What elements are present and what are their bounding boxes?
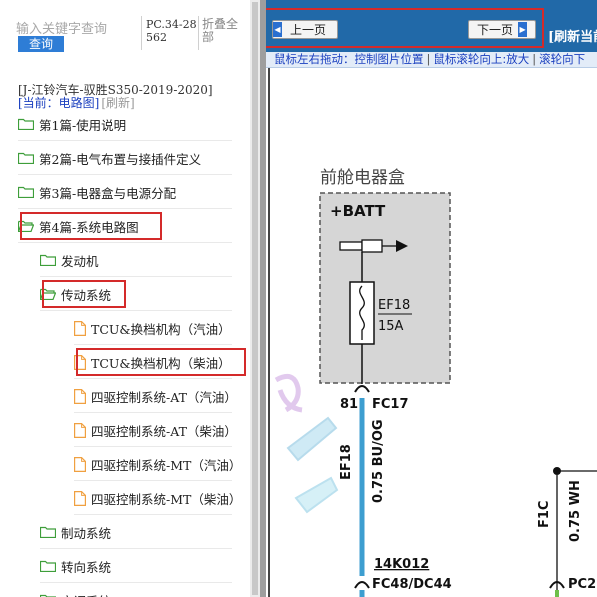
divider — [141, 16, 142, 50]
sidebar: 查询 PC.34-28562 折叠全部 [J-江铃汽车-驭胜S350-2019-… — [0, 0, 250, 597]
divider — [18, 140, 232, 141]
tree-item[interactable]: 四驱控制系统-MT（汽油） — [74, 451, 241, 477]
hint-wheel-up: 鼠标滚轮向上:放大 — [433, 52, 530, 66]
tree-item[interactable]: TCU&换档机构（柴油） — [74, 349, 231, 375]
file-icon — [74, 490, 86, 506]
tree-item-label: 四驱控制系统-MT（汽油） — [91, 457, 242, 473]
tree-item[interactable]: TCU&换档机构（汽油） — [74, 315, 231, 341]
hint-wheel-down: 滚轮向下 — [539, 52, 586, 66]
diagram-canvas[interactable]: 前舱电器盒 +BATT EF18 15A 81 FC17 EF18 0.75 B… — [266, 68, 597, 597]
divider — [18, 174, 232, 175]
diagram-viewer: ◀ 上一页 下一页 ▶ [刷新当前 鼠标左右拖动：控制图片位置|鼠标滚轮向上:放… — [266, 0, 597, 597]
current-label: [当前：电路图] — [18, 96, 100, 110]
tree-item[interactable]: 四驱控制系统-AT（柴油） — [74, 417, 237, 443]
tree-item[interactable]: 第2篇-电气布置与接插件定义 — [18, 145, 201, 171]
diagram-border — [268, 68, 597, 597]
highlight-box — [266, 8, 544, 48]
sidebar-scrollbar[interactable] — [250, 0, 260, 597]
tree-item-label: 空调系统 — [61, 591, 111, 597]
search-area: 查询 PC.34-28562 折叠全部 — [0, 0, 250, 60]
tree-item[interactable]: 四驱控制系统-MT（柴油） — [74, 485, 241, 511]
tree-item[interactable]: 第4篇-系统电路图 — [18, 213, 139, 239]
divider — [40, 276, 232, 277]
divider — [74, 480, 232, 481]
tree-item[interactable]: 四驱控制系统-AT（汽油） — [74, 383, 237, 409]
tree-item[interactable]: 传动系统 — [40, 281, 111, 307]
tree-item-label: 第1篇-使用说明 — [39, 117, 127, 133]
tree-item-label: 转向系统 — [61, 559, 112, 575]
hint-bar: 鼠标左右拖动：控制图片位置 | 鼠标滚轮向上:放大 | 滚轮向下 — [266, 52, 597, 68]
divider — [74, 344, 232, 345]
tree-item-label: 四驱控制系统-AT（柴油） — [91, 423, 237, 439]
file-icon — [74, 388, 86, 404]
divider — [74, 514, 232, 515]
refresh-link[interactable]: [刷新] — [101, 96, 134, 110]
tree-item[interactable]: 空调系统 — [40, 587, 111, 597]
divider — [18, 208, 232, 209]
tree-item-label: TCU&换档机构（汽油） — [91, 321, 231, 337]
refresh-current-button[interactable]: [刷新当前 — [548, 26, 597, 45]
folder-icon — [40, 254, 56, 266]
divider — [74, 412, 232, 413]
tree-item-label: 发动机 — [61, 253, 99, 269]
folder-icon — [18, 186, 34, 198]
scrollbar-thumb[interactable] — [252, 2, 258, 595]
tree-item-label: 第4篇-系统电路图 — [39, 219, 139, 235]
folder-icon — [40, 526, 56, 538]
file-icon — [74, 456, 86, 472]
divider — [40, 582, 232, 583]
folder-open-icon — [40, 288, 56, 300]
divider — [198, 16, 199, 50]
tree-item[interactable]: 第1篇-使用说明 — [18, 111, 126, 137]
tree-item-label: 传动系统 — [61, 287, 112, 303]
tree-item-label: 制动系统 — [61, 525, 112, 541]
divider — [40, 310, 232, 311]
tree-item[interactable]: 发动机 — [40, 247, 99, 273]
tree-item[interactable]: 第3篇-电器盒与电源分配 — [18, 179, 176, 205]
folder-icon — [18, 118, 34, 130]
divider — [74, 378, 232, 379]
tree-item-label: 四驱控制系统-AT（汽油） — [91, 389, 237, 405]
divider — [40, 548, 232, 549]
divider — [74, 446, 232, 447]
divider — [18, 242, 232, 243]
folder-icon — [40, 560, 56, 572]
folder-icon — [18, 152, 34, 164]
tree-item-label: TCU&换档机构（柴油） — [91, 355, 231, 371]
file-icon — [74, 422, 86, 438]
file-icon — [74, 320, 86, 336]
pc-code: PC.34-28562 — [146, 18, 197, 44]
collapse-all-button[interactable]: 折叠全部 — [202, 18, 246, 44]
tree-item[interactable]: 制动系统 — [40, 519, 111, 545]
file-icon — [74, 354, 86, 370]
hint-drag: 鼠标左右拖动：控制图片位置 — [274, 52, 424, 66]
folder-open-icon — [18, 220, 34, 232]
current-location: [当前：电路图] [刷新] — [18, 94, 135, 111]
tree-item-label: 第3篇-电器盒与电源分配 — [39, 185, 177, 201]
tree-item-label: 四驱控制系统-MT（柴油） — [91, 491, 242, 507]
tree-item-label: 第2篇-电气布置与接插件定义 — [39, 151, 202, 167]
tree-item[interactable]: 转向系统 — [40, 553, 111, 579]
search-button[interactable]: 查询 — [18, 36, 64, 52]
